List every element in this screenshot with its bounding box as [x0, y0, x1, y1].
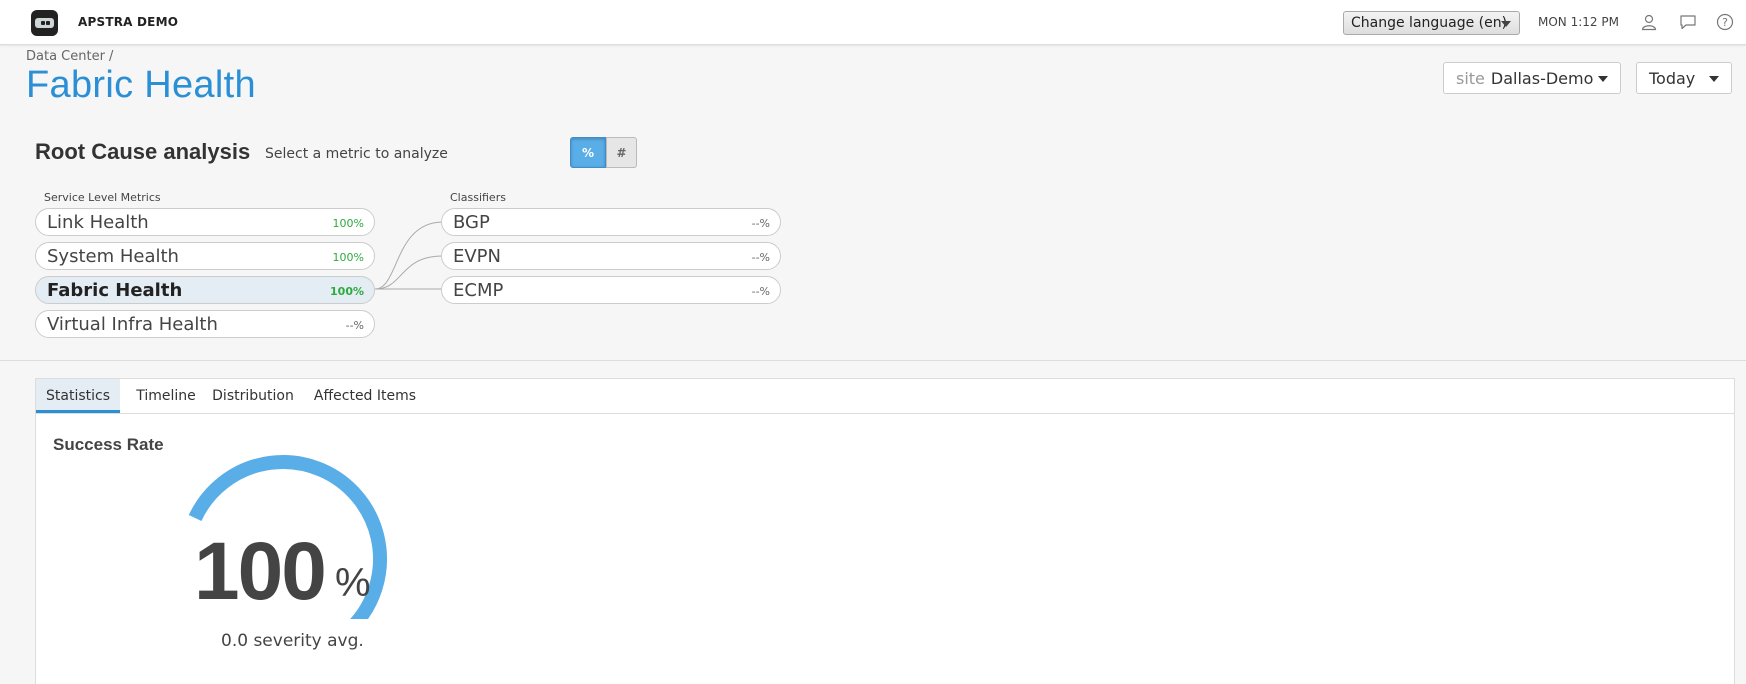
classifier-ecmp[interactable]: ECMP --% — [441, 276, 781, 304]
count-toggle-button[interactable]: # — [606, 137, 637, 168]
clock: MON 1:12 PM — [1538, 15, 1619, 29]
success-rate-unit: % — [335, 561, 371, 605]
chevron-down-icon — [1598, 76, 1608, 82]
site-dropdown-value: Dallas-Demo — [1490, 69, 1594, 88]
tab-timeline[interactable]: Timeline — [126, 379, 206, 413]
tab-affected-items[interactable]: Affected Items — [310, 379, 420, 413]
help-icon[interactable]: ? — [1716, 13, 1734, 31]
metric-system-health[interactable]: System Health 100% — [35, 242, 375, 270]
tab-bar: Statistics Timeline Distribution Affecte… — [36, 379, 1734, 414]
language-select[interactable]: Change language (en) — [1343, 11, 1520, 35]
chat-icon[interactable] — [1679, 13, 1697, 31]
metric-value: 100% — [330, 285, 364, 298]
statistics-panel: Statistics Timeline Distribution Affecte… — [35, 378, 1735, 684]
metric-virtual-infra-health[interactable]: Virtual Infra Health --% — [35, 310, 375, 338]
classifier-name: ECMP — [453, 280, 504, 301]
period-dropdown-value: Today — [1649, 69, 1696, 88]
severity-average: 0.0 severity avg. — [221, 631, 364, 651]
svg-text:?: ? — [1722, 16, 1728, 29]
metric-name: System Health — [47, 246, 179, 267]
service-metrics-header: Service Level Metrics — [44, 191, 161, 204]
chevron-down-icon — [1709, 76, 1719, 82]
tab-statistics[interactable]: Statistics — [36, 379, 120, 413]
apstra-logo-icon[interactable] — [31, 10, 58, 36]
classifiers-header: Classifiers — [450, 191, 506, 204]
site-dropdown[interactable]: site Dallas-Demo — [1443, 62, 1621, 94]
success-rate-value: 100 — [194, 526, 327, 617]
metric-value: 100% — [332, 251, 364, 264]
page-title: Fabric Health — [26, 64, 256, 106]
rca-subtitle: Select a metric to analyze — [265, 146, 448, 162]
metric-link-health[interactable]: Link Health 100% — [35, 208, 375, 236]
success-rate-title: Success Rate — [53, 435, 164, 454]
chevron-down-icon — [1501, 21, 1511, 27]
classifier-connectors — [374, 221, 444, 290]
classifier-value: --% — [751, 251, 770, 264]
metric-name: Fabric Health — [47, 280, 183, 301]
metric-fabric-health[interactable]: Fabric Health 100% — [35, 276, 375, 304]
period-dropdown[interactable]: Today — [1636, 62, 1732, 94]
language-select-value: Change language (en) — [1351, 15, 1508, 31]
metric-name: Virtual Infra Health — [47, 314, 218, 335]
classifier-name: EVPN — [453, 246, 502, 267]
metric-value: 100% — [332, 217, 364, 230]
classifier-evpn[interactable]: EVPN --% — [441, 242, 781, 270]
rca-title: Root Cause analysis — [35, 139, 251, 164]
section-divider — [0, 360, 1746, 361]
classifier-name: BGP — [453, 212, 490, 233]
breadcrumb[interactable]: Data Center / — [26, 49, 113, 64]
top-bar: APSTRA DEMO Change language (en) MON 1:1… — [0, 0, 1746, 45]
user-icon[interactable] — [1640, 13, 1658, 31]
classifier-bgp[interactable]: BGP --% — [441, 208, 781, 236]
site-dropdown-label: site — [1456, 69, 1485, 88]
metric-value: --% — [345, 319, 364, 332]
classifier-value: --% — [751, 217, 770, 230]
percent-toggle-button[interactable]: % — [570, 137, 606, 168]
metric-name: Link Health — [47, 212, 149, 233]
classifier-value: --% — [751, 285, 770, 298]
tab-distribution[interactable]: Distribution — [208, 379, 298, 413]
app-title: APSTRA DEMO — [78, 15, 179, 29]
